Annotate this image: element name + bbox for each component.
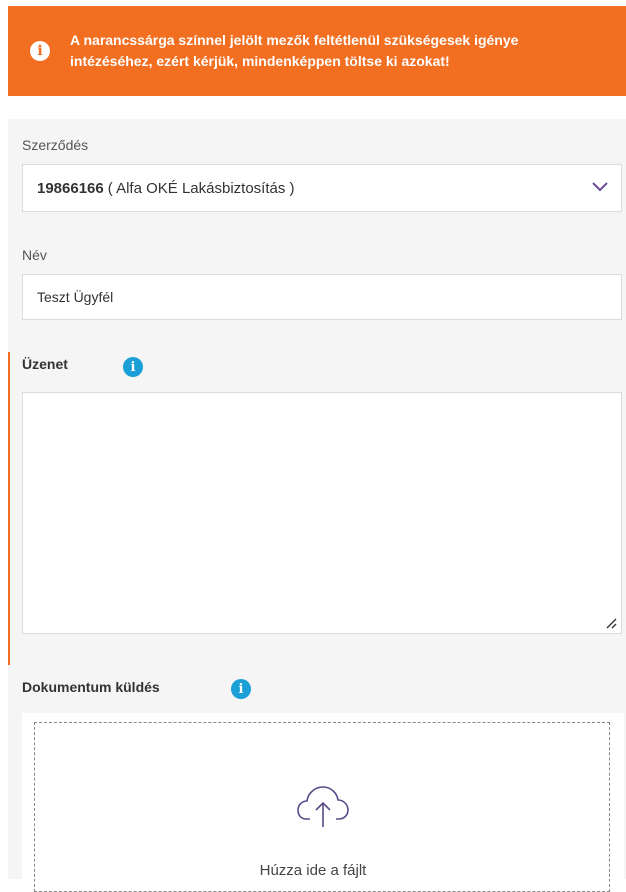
- required-accent-line: [8, 352, 10, 665]
- name-input[interactable]: Teszt Ügyfél: [22, 274, 622, 320]
- document-label: Dokumentum küldés: [22, 679, 160, 695]
- document-info-icon[interactable]: i: [231, 679, 251, 699]
- name-value: Teszt Ügyfél: [37, 289, 114, 305]
- message-label: Üzenet: [22, 356, 68, 372]
- message-info-icon[interactable]: i: [123, 357, 143, 377]
- message-textarea[interactable]: [22, 392, 622, 634]
- resize-handle-icon[interactable]: [605, 617, 617, 629]
- dropzone-text: Húzza ide a fájlt: [259, 862, 367, 879]
- required-fields-banner: i A narancssárga színnel jelölt mezők fe…: [8, 6, 626, 96]
- banner-text: A narancssárga színnel jelölt mezők felt…: [70, 32, 519, 69]
- name-label: Név: [22, 247, 47, 263]
- contract-number: 19866166: [37, 179, 104, 197]
- contract-select[interactable]: 19866166 ( Alfa OKÉ Lakásbiztosítás ): [22, 164, 622, 212]
- cloud-upload-icon: [297, 786, 349, 827]
- contract-name: ( Alfa OKÉ Lakásbiztosítás ): [107, 179, 295, 197]
- contract-label: Szerződés: [22, 137, 89, 153]
- info-icon: i: [30, 41, 50, 61]
- chevron-down-icon: [592, 182, 608, 192]
